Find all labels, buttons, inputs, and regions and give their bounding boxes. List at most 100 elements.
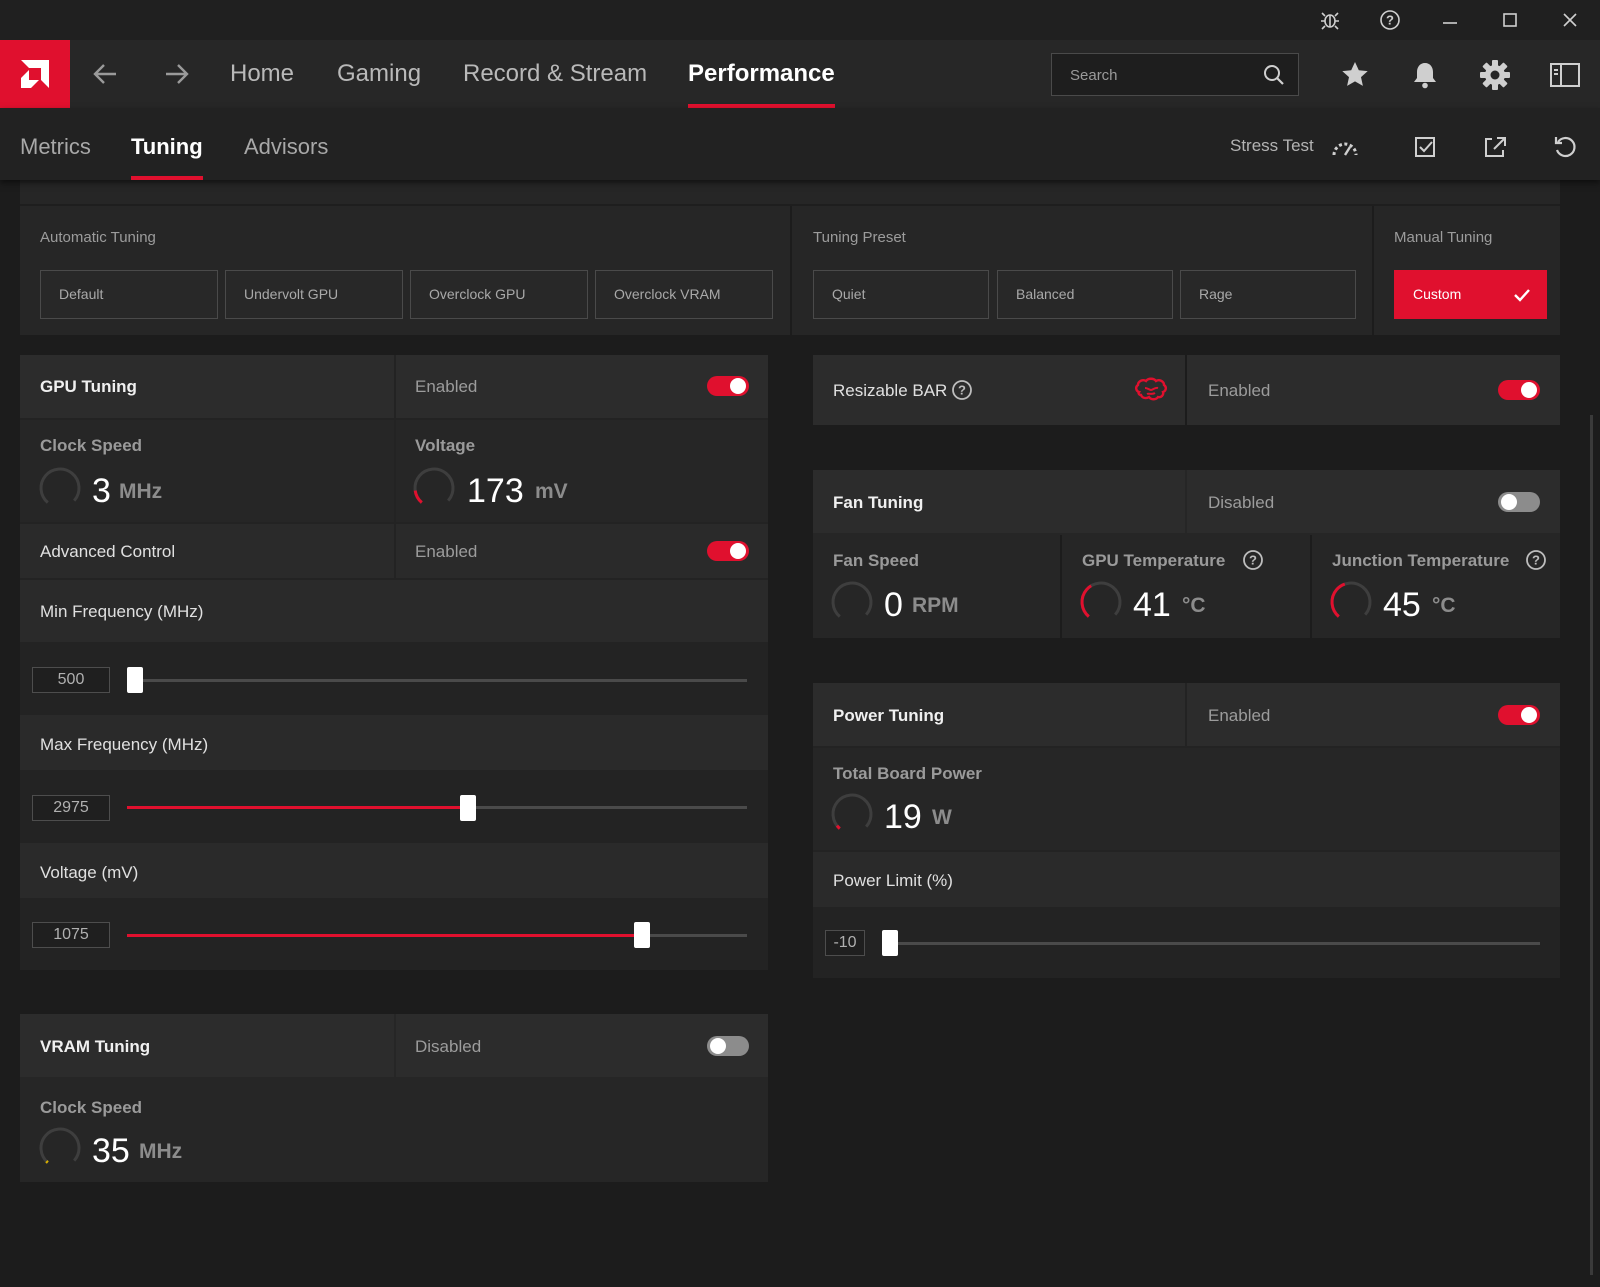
vram-clock-speed-value: 35 [92,1132,130,1170]
voltage-unit: mV [535,480,568,503]
amd-logo[interactable] [0,40,70,108]
save-profile-icon[interactable] [1410,132,1440,162]
gpu-temperature-unit: °C [1182,594,1206,617]
resizable-bar-state: Enabled [1208,381,1271,400]
max-frequency-input[interactable]: 2975 [32,795,110,821]
close-icon[interactable] [1550,6,1590,34]
tab-gaming[interactable]: Gaming [337,60,421,108]
tab-performance[interactable]: Performance [688,60,835,108]
power-tuning-toggle[interactable] [1498,705,1540,725]
export-profile-icon[interactable] [1480,132,1510,162]
fan-tuning-title: Fan Tuning [833,493,924,512]
voltage-value: 173 [467,472,524,510]
rage-preset-button[interactable]: Rage [1180,270,1356,319]
max-frequency-slider-track[interactable] [127,806,747,809]
bug-report-icon[interactable] [1310,6,1350,34]
divider [20,204,1560,206]
search-icon[interactable] [1262,63,1286,92]
clock-speed-value: 3 [92,472,111,510]
fan-speed-unit: RPM [912,594,959,617]
max-frequency-slider-thumb[interactable] [460,795,476,821]
total-board-power-label: Total Board Power [833,764,982,783]
overclock-gpu-button[interactable]: Overclock GPU [410,270,588,319]
tab-metrics[interactable]: Metrics [20,134,91,180]
fan-tuning-state: Disabled [1208,493,1275,512]
sidebar-toggle-icon[interactable] [1548,58,1582,92]
divider [790,206,792,335]
fan-tuning-toggle[interactable] [1498,492,1540,512]
minimize-icon[interactable] [1430,6,1470,34]
power-limit-slider-thumb[interactable] [882,930,898,956]
min-frequency-label: Min Frequency (MHz) [40,602,204,621]
junction-temperature-value: 45 [1383,586,1421,624]
voltage-mv-label: Voltage (mV) [40,863,139,882]
custom-tuning-button[interactable]: Custom [1394,270,1547,319]
total-board-power-gauge-icon [831,793,873,835]
favorites-star-icon[interactable] [1338,58,1372,92]
main-navigation: Home Gaming Record & Stream Performance [0,40,1600,108]
power-tuning-state: Enabled [1208,706,1271,725]
forward-arrow-icon[interactable] [158,58,194,90]
min-frequency-slider-thumb[interactable] [127,667,143,693]
resizable-bar-toggle[interactable] [1498,380,1540,400]
gpu-tuning-title: GPU Tuning [40,377,137,396]
svg-text:?: ? [1386,13,1394,28]
vram-clock-speed-unit: MHz [139,1140,183,1163]
tab-advisors[interactable]: Advisors [244,134,328,180]
toggle-knob [1501,494,1517,510]
svg-text:?: ? [1249,553,1257,568]
checkmark-icon [1514,289,1530,302]
quiet-preset-button[interactable]: Quiet [813,270,989,319]
custom-tuning-label: Custom [1413,286,1462,302]
clock-speed-label: Clock Speed [40,436,143,455]
advanced-control-state: Enabled [415,542,478,561]
tab-home[interactable]: Home [230,60,294,108]
divider [1060,535,1062,638]
tab-tuning[interactable]: Tuning [131,134,203,180]
vram-tuning-state: Disabled [415,1037,482,1056]
max-frequency-label: Max Frequency (MHz) [40,735,209,754]
search-input[interactable] [1070,64,1250,86]
undervolt-gpu-button[interactable]: Undervolt GPU [225,270,403,319]
tab-record-stream[interactable]: Record & Stream [463,60,647,108]
notifications-bell-icon[interactable] [1408,58,1442,92]
smart-technology-brain-icon [1135,377,1167,401]
power-limit-label: Power Limit (%) [833,871,953,890]
reset-icon[interactable] [1550,132,1580,162]
junction-temperature-help-icon[interactable]: ? [1525,549,1547,571]
settings-gear-icon[interactable] [1478,58,1512,92]
junction-temperature-unit: °C [1432,594,1456,617]
toggle-knob [730,378,746,394]
min-frequency-input[interactable]: 500 [32,667,110,693]
balanced-preset-button[interactable]: Balanced [997,270,1173,319]
voltage-mv-input[interactable]: 1075 [32,922,110,948]
resizable-bar-help-icon[interactable]: ? [951,379,973,401]
max-frequency-slider-fill [127,806,468,809]
gpu-temperature-label: GPU Temperature [1082,551,1226,570]
help-icon[interactable]: ? [1370,6,1410,34]
toggle-knob [710,1038,726,1054]
vram-tuning-toggle[interactable] [707,1036,749,1056]
stress-test-label[interactable]: Stress Test [1230,136,1314,156]
back-arrow-icon[interactable] [88,58,124,90]
voltage-mv-slider-thumb[interactable] [634,922,650,948]
fan-speed-gauge-icon [831,581,873,623]
gpu-temperature-help-icon[interactable]: ? [1242,549,1264,571]
default-button[interactable]: Default [40,270,218,319]
vram-clock-speed-label: Clock Speed [40,1098,143,1117]
power-limit-input[interactable]: -10 [825,930,865,956]
advanced-control-label: Advanced Control [40,542,176,561]
overclock-vram-button[interactable]: Overclock VRAM [595,270,773,319]
min-frequency-slider-track[interactable] [127,679,747,682]
advanced-control-toggle[interactable] [707,541,749,561]
power-tuning-title: Power Tuning [833,706,945,725]
voltage-mv-slider-track[interactable] [127,934,747,937]
gpu-tuning-toggle[interactable] [707,376,749,396]
power-limit-slider-track[interactable] [882,942,1540,945]
maximize-icon[interactable] [1490,6,1530,34]
vertical-scrollbar[interactable] [1590,415,1593,1275]
stress-test-gauge-icon[interactable] [1330,132,1360,162]
svg-text:?: ? [1532,553,1540,568]
fan-speed-value: 0 [884,586,903,624]
search-box [1051,53,1299,96]
